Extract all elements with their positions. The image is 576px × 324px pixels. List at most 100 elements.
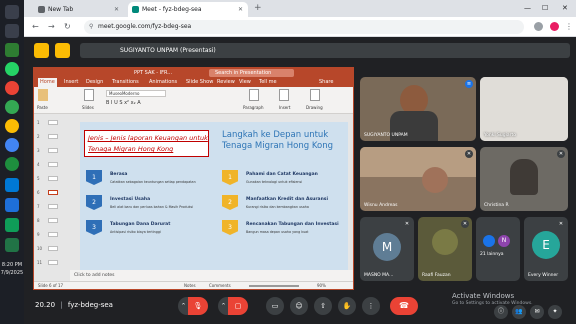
menu-transitions[interactable]: Transitions bbox=[112, 78, 139, 87]
app-icon[interactable] bbox=[5, 43, 19, 57]
raise-hand-button[interactable]: ✋ bbox=[338, 297, 356, 315]
ppt-doc-title: PPT SAK - IFR... bbox=[134, 70, 173, 76]
paste-icon[interactable] bbox=[38, 89, 48, 101]
zoom-slider[interactable] bbox=[249, 285, 299, 287]
participant-tile[interactable]: ≡ SUGIYANTO UNPAM bbox=[360, 77, 476, 141]
present-button[interactable]: ⇧ bbox=[314, 297, 332, 315]
close-icon[interactable]: ✕ bbox=[238, 2, 243, 17]
mic-off-icon: ✕ bbox=[557, 220, 565, 228]
extension-icon[interactable] bbox=[534, 22, 543, 31]
chrome-icon[interactable] bbox=[5, 100, 19, 114]
tab-meet[interactable]: Meet - fyz-bdeg-sea ✕ bbox=[128, 2, 248, 17]
participant-tile-others[interactable]: N 21 lainnya bbox=[476, 217, 520, 281]
chrome-icon[interactable] bbox=[5, 81, 19, 95]
slide-thumbnail[interactable] bbox=[48, 148, 58, 153]
app-icon[interactable] bbox=[5, 178, 19, 192]
slide-thumbnail[interactable] bbox=[48, 120, 58, 125]
new-slide-icon[interactable] bbox=[84, 89, 94, 101]
item-description: Kurangi risiko dan kembangkan usaha bbox=[246, 205, 309, 209]
slide-thumbnail[interactable] bbox=[48, 176, 58, 181]
share-button[interactable]: Share bbox=[319, 78, 333, 87]
slide-thumbnail[interactable] bbox=[48, 204, 58, 209]
excel-icon[interactable] bbox=[5, 238, 19, 252]
chrome-icon[interactable] bbox=[5, 119, 19, 133]
participant-tile[interactable]: E ✕ Every Winner bbox=[524, 217, 568, 281]
font-format-row[interactable]: B I U S x² x₂ A bbox=[106, 100, 196, 108]
url-field[interactable]: ⚲ meet.google.com/fyz-bdeg-sea bbox=[84, 20, 524, 34]
insert-icon[interactable] bbox=[279, 89, 289, 101]
app-icon[interactable] bbox=[5, 198, 19, 212]
maximize-icon[interactable]: ☐ bbox=[542, 0, 548, 17]
close-window-icon[interactable]: ✕ bbox=[562, 0, 568, 17]
menu-insert[interactable]: Insert bbox=[64, 78, 78, 87]
menu-animations[interactable]: Animations bbox=[149, 78, 177, 87]
slide-thumbnail[interactable] bbox=[48, 162, 58, 167]
participant-tile[interactable]: ✕ Raafi Fauzan bbox=[418, 217, 472, 281]
back-icon[interactable]: ← bbox=[32, 20, 39, 34]
camera-toggle-button[interactable]: ▢ bbox=[228, 297, 248, 315]
menu-tell-me[interactable]: Tell me bbox=[259, 78, 277, 87]
layout-icon[interactable] bbox=[34, 43, 49, 58]
activities-icon[interactable]: ✦ bbox=[548, 305, 562, 319]
site-info-icon[interactable]: ⚲ bbox=[89, 20, 93, 34]
minimize-icon[interactable]: — bbox=[524, 0, 531, 17]
new-tab-button[interactable]: + bbox=[254, 2, 262, 15]
presenter-banner: SUGIYANTO UNPAM (Presentasi) bbox=[80, 43, 570, 58]
drawing-icon[interactable] bbox=[310, 89, 320, 101]
slide-title-box-left[interactable]: Jenis – Jenis laporan Keuangan untuk Ten… bbox=[84, 130, 209, 157]
tab-new-tab[interactable]: New Tab ✕ bbox=[34, 2, 124, 17]
whatsapp-icon[interactable] bbox=[5, 62, 19, 76]
windows-start-icon[interactable] bbox=[5, 5, 19, 19]
slide-thumbnail[interactable] bbox=[48, 246, 58, 251]
ppt-search-field[interactable]: Search in Presentation bbox=[209, 69, 294, 77]
slide-thumbnail[interactable] bbox=[48, 134, 58, 139]
meeting-time: 20.20 bbox=[35, 301, 56, 309]
chat-icon[interactable]: ✉ bbox=[530, 305, 544, 319]
mic-toggle-button[interactable]: 🎙 bbox=[188, 297, 208, 315]
menu-design[interactable]: Design bbox=[86, 78, 103, 87]
end-call-button[interactable]: ☎ bbox=[390, 297, 418, 315]
reload-icon[interactable]: ↻ bbox=[64, 20, 71, 34]
pin-icon[interactable] bbox=[55, 43, 70, 58]
menu-home[interactable]: Home bbox=[38, 78, 57, 87]
thumb-number: 8 bbox=[37, 218, 40, 223]
comments-toggle[interactable]: Comments bbox=[209, 282, 231, 290]
slide-thumbnail[interactable] bbox=[48, 260, 58, 265]
chrome-icon[interactable] bbox=[5, 138, 19, 152]
participant-tile[interactable]: Yonki Sugiarto bbox=[480, 77, 568, 141]
menu-review[interactable]: Review bbox=[217, 78, 235, 87]
item-heading: Berasa bbox=[110, 172, 128, 177]
people-icon[interactable]: 👥 bbox=[512, 305, 526, 319]
item-description: Bangun masa depan usaha yang kuat bbox=[246, 230, 309, 234]
slide-title-left: Jenis – Jenis laporan Keuangan untuk Ten… bbox=[88, 134, 208, 153]
slide-thumbnail-selected[interactable] bbox=[48, 190, 58, 195]
menu-icon[interactable]: ⋮ bbox=[565, 20, 573, 34]
more-options-button[interactable]: ⋮ bbox=[362, 297, 380, 315]
captions-button[interactable]: ▭ bbox=[266, 297, 284, 315]
zoom-level[interactable]: 90% bbox=[317, 282, 326, 290]
thumb-number: 4 bbox=[37, 162, 40, 167]
info-icon[interactable]: ⓘ bbox=[494, 305, 508, 319]
emoji-button[interactable]: ☺ bbox=[290, 297, 308, 315]
forward-icon[interactable]: → bbox=[48, 20, 55, 34]
paragraph-icon[interactable] bbox=[249, 89, 259, 101]
presenter-label: SUGIYANTO UNPAM (Presentasi) bbox=[120, 47, 216, 54]
slide-thumbnail[interactable] bbox=[48, 232, 58, 237]
font-select[interactable]: MuseoModerno bbox=[106, 90, 166, 97]
search-icon[interactable] bbox=[5, 24, 19, 38]
slide-canvas[interactable]: Jenis – Jenis laporan Keuangan untuk Ten… bbox=[80, 122, 348, 270]
menu-slide-show[interactable]: Slide Show bbox=[186, 78, 213, 87]
app-icon[interactable] bbox=[5, 218, 19, 232]
menu-view[interactable]: View bbox=[239, 78, 251, 87]
item-heading: Pahami dan Catat Keuangan bbox=[246, 172, 318, 177]
close-icon[interactable]: ✕ bbox=[114, 2, 119, 17]
participant-tile[interactable]: ✕ Christina R bbox=[480, 147, 568, 211]
slide-thumbnail[interactable] bbox=[48, 218, 58, 223]
participant-name: Christina R bbox=[484, 203, 509, 208]
chrome-icon[interactable] bbox=[5, 157, 19, 171]
participant-tile[interactable]: M ✕ MASNO MA... bbox=[360, 217, 414, 281]
profile-avatar[interactable] bbox=[550, 22, 559, 31]
notes-pane[interactable]: Click to add notes bbox=[70, 270, 353, 281]
participant-tile[interactable]: ✕ Wisnu Andreas bbox=[360, 147, 476, 211]
notes-toggle[interactable]: Notes bbox=[184, 282, 196, 290]
